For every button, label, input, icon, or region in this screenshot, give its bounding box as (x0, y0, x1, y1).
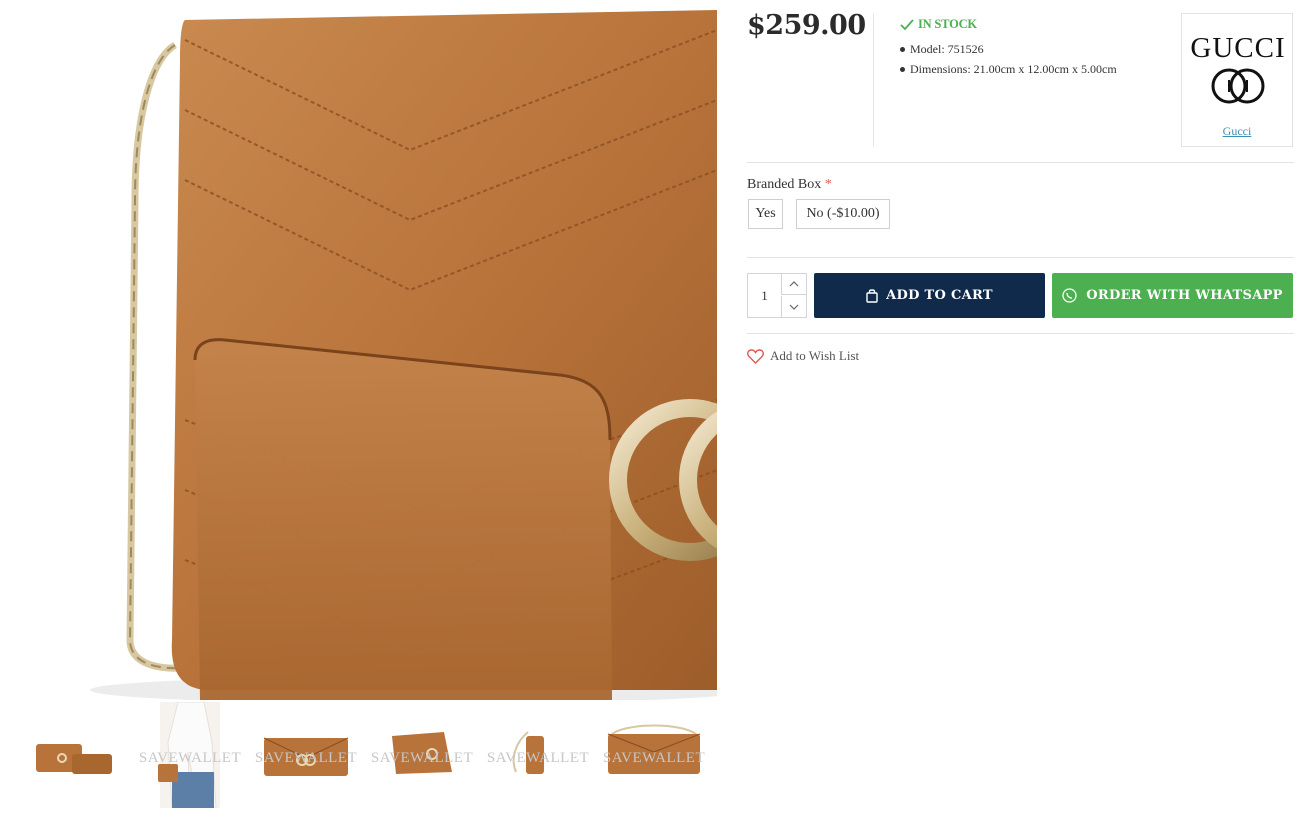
thumbnail[interactable]: SAVEWALLET (602, 702, 706, 808)
watermark: SAVEWALLET (254, 750, 358, 766)
quantity-stepper (747, 273, 807, 318)
divider (747, 333, 1294, 334)
quantity-increase-button[interactable] (781, 274, 806, 295)
watermark: SAVEWALLET (138, 750, 242, 766)
divider (747, 162, 1294, 163)
gucci-gg-logo-icon (1211, 68, 1265, 104)
add-to-wishlist-link[interactable]: Add to Wish List (747, 348, 859, 364)
quantity-decrease-button[interactable] (781, 296, 806, 317)
watermark: SAVEWALLET (370, 750, 474, 766)
add-to-cart-button[interactable]: ADD TO CART (814, 273, 1045, 318)
stock-status: IN STOCK (900, 17, 977, 32)
shopping-bag-icon (866, 289, 878, 303)
handbag-illustration (90, 10, 717, 700)
spec-item: Model: 751526 (900, 39, 1117, 59)
watermark: SAVEWALLET (602, 750, 706, 766)
whatsapp-icon (1062, 288, 1077, 303)
chevron-up-icon (789, 281, 799, 287)
thumbnail[interactable]: SAVEWALLET (254, 702, 358, 808)
divider (747, 257, 1294, 258)
checkmark-icon (900, 18, 914, 30)
order-whatsapp-label: ORDER WITH WHATSAPP (1086, 288, 1283, 303)
thumbnail[interactable]: SAVEWALLET (486, 702, 590, 808)
add-to-wishlist-label: Add to Wish List (770, 348, 860, 363)
option-no-button[interactable]: No (-$10.00) (796, 199, 890, 229)
product-specs: Model: 751526 Dimensions: 21.00cm x 12.0… (900, 39, 1117, 79)
thumbnail-strip: SAVEWALLET SAVEWALLET SAVEWALLET SAVEWAL… (30, 701, 720, 812)
thumbnail-image (36, 744, 112, 774)
option-label-text: Branded Box (747, 177, 822, 192)
spec-model: Model: 751526 (910, 42, 984, 56)
stock-status-label: IN STOCK (918, 17, 977, 31)
divider (873, 14, 874, 146)
product-price: $259.00 (747, 10, 866, 41)
heart-icon (747, 348, 764, 364)
required-mark: * (824, 177, 832, 192)
bullet-icon (900, 66, 905, 72)
thumbnail[interactable]: SAVEWALLET (138, 701, 242, 809)
spec-dimensions: Dimensions: 21.00cm x 12.00cm x 5.00cm (910, 62, 1117, 76)
quantity-input[interactable] (748, 274, 781, 317)
add-to-cart-label: ADD TO CART (886, 288, 993, 303)
order-whatsapp-button[interactable]: ORDER WITH WHATSAPP (1052, 273, 1293, 318)
thumbnail[interactable] (30, 702, 134, 808)
brand-logo-text: GUCCI (1190, 32, 1286, 64)
brand-link[interactable]: Gucci (1182, 124, 1292, 139)
chevron-down-icon (789, 304, 799, 310)
option-yes-button[interactable]: Yes (748, 199, 783, 229)
spec-item: Dimensions: 21.00cm x 12.00cm x 5.00cm (900, 59, 1117, 79)
bullet-icon (900, 46, 905, 52)
thumbnail[interactable]: SAVEWALLET (370, 702, 474, 808)
product-main-image[interactable] (0, 0, 717, 700)
watermark: SAVEWALLET (486, 750, 590, 766)
option-label: Branded Box * (747, 177, 832, 193)
brand-box[interactable]: GUCCI Gucci (1181, 13, 1293, 147)
